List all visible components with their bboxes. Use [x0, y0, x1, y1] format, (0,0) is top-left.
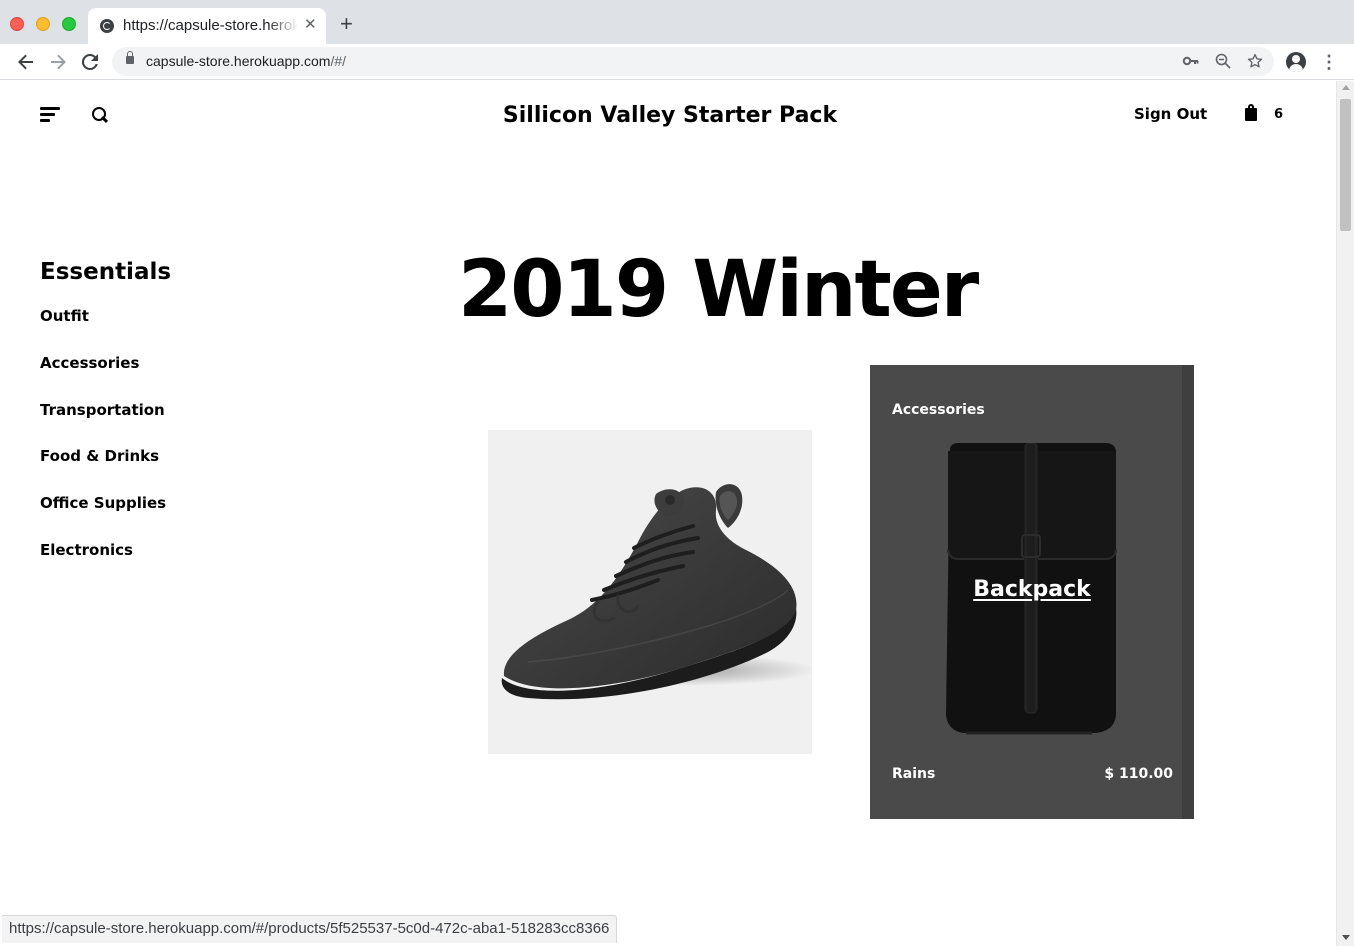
sidebar-item-food-drinks[interactable]: Food & Drinks	[40, 447, 166, 494]
collection-title: 2019 Winter	[458, 245, 979, 335]
shoe-image	[501, 484, 812, 700]
key-icon[interactable]	[1182, 52, 1200, 70]
forward-arrow-icon[interactable]	[46, 50, 70, 74]
new-tab-button[interactable]: +	[340, 13, 353, 35]
browser-tab[interactable]: https://capsule-store.herokuapp.com/#/ ✕	[88, 8, 326, 44]
scroll-up-arrow-icon[interactable]	[1342, 85, 1350, 90]
globe-icon	[100, 19, 114, 33]
window-minimize-button[interactable]	[36, 17, 50, 31]
sidebar-item-electronics[interactable]: Electronics	[40, 541, 166, 588]
sidebar-heading: Essentials	[40, 259, 172, 285]
browser-toolbar: capsule-store.herokuapp.com/#/ ⋮	[0, 44, 1354, 80]
window-close-button[interactable]	[10, 17, 24, 31]
browser-titlebar: https://capsule-store.herokuapp.com/#/ ✕…	[0, 0, 1354, 44]
back-arrow-icon[interactable]	[14, 50, 38, 74]
link-status-bar: https://capsule-store.herokuapp.com/#/pr…	[2, 915, 618, 943]
product-card-shoe[interactable]	[488, 430, 812, 754]
product-price: $ 110.00	[1104, 766, 1173, 782]
tab-title: https://capsule-store.herokuapp.com/#/	[123, 17, 298, 34]
scroll-down-arrow-icon[interactable]	[1342, 935, 1350, 940]
product-card-backpack[interactable]: Accessories Backpack Rains $ 110.00	[870, 365, 1194, 819]
page-scrollbar[interactable]	[1336, 81, 1354, 946]
url-path: /#/	[330, 53, 347, 69]
product-category: Accessories	[892, 402, 985, 418]
search-icon[interactable]	[92, 107, 108, 123]
sidebar-item-accessories[interactable]: Accessories	[40, 354, 166, 401]
zoom-out-icon[interactable]	[1214, 52, 1232, 70]
sign-out-link[interactable]: Sign Out	[1134, 105, 1207, 123]
scrollbar-thumb[interactable]	[1340, 99, 1351, 231]
page-viewport: Sillicon Valley Starter Pack Sign Out 6 …	[0, 81, 1336, 946]
tab-close-icon[interactable]: ✕	[304, 17, 317, 33]
address-bar[interactable]: capsule-store.herokuapp.com/#/	[112, 47, 1274, 76]
sidebar-item-office-supplies[interactable]: Office Supplies	[40, 494, 166, 541]
category-list: Outfit Accessories Transportation Food &…	[40, 307, 166, 588]
shopping-bag-icon[interactable]	[1245, 104, 1257, 121]
lock-icon[interactable]	[126, 51, 134, 64]
cart-count[interactable]: 6	[1274, 107, 1283, 122]
sidebar-item-transportation[interactable]: Transportation	[40, 401, 166, 448]
product-name-link[interactable]: Backpack	[870, 577, 1194, 602]
star-icon[interactable]	[1246, 52, 1264, 70]
profile-icon[interactable]	[1286, 52, 1306, 72]
url-text[interactable]: capsule-store.herokuapp.com/#/	[146, 53, 346, 69]
more-menu-icon[interactable]: ⋮	[1320, 50, 1338, 74]
window-zoom-button[interactable]	[62, 17, 76, 31]
product-brand: Rains	[892, 766, 936, 782]
sidebar-item-outfit[interactable]: Outfit	[40, 307, 166, 354]
reload-icon[interactable]	[78, 50, 102, 74]
site-title[interactable]: Sillicon Valley Starter Pack	[420, 103, 920, 128]
url-host: capsule-store.herokuapp.com	[146, 53, 331, 69]
hamburger-icon[interactable]	[40, 107, 60, 123]
